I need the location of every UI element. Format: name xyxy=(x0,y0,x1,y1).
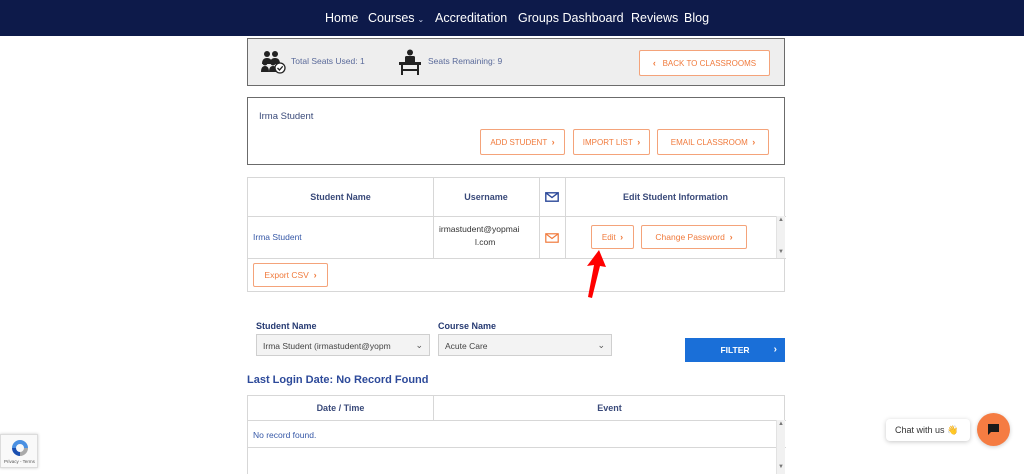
scroll-up-icon[interactable]: ▲ xyxy=(778,421,784,427)
last-login-title: Last Login Date: No Record Found xyxy=(247,374,429,386)
total-seats-used: Total Seats Used: 1 xyxy=(291,56,365,66)
nav-groups-dashboard[interactable]: Groups Dashboard xyxy=(518,11,624,25)
course-name-select[interactable]: Acute Care ⌄ xyxy=(438,334,612,356)
username-line-2: l.com xyxy=(475,237,496,247)
add-student-label: ADD STUDENT xyxy=(490,138,548,147)
nav-courses-label: Courses xyxy=(368,11,415,25)
chat-launcher-button[interactable] xyxy=(977,413,1010,446)
student-name-select[interactable]: Irma Student (irmastudent@yopm ⌄ xyxy=(256,334,430,356)
seats-summary: Total Seats Used: 1 Seats Remaining: 9 ‹… xyxy=(247,38,785,86)
add-student-button[interactable]: ADD STUDENT › xyxy=(480,129,565,155)
email-classroom-button[interactable]: EMAIL CLASSROOM › xyxy=(657,129,769,155)
chevron-down-icon: ⌄ xyxy=(415,340,423,350)
top-navigation: Home Courses ⌄ Accreditation Groups Dashb… xyxy=(0,0,1024,36)
username-line-1: irmastudent@yopmai xyxy=(439,224,520,234)
change-password-button[interactable]: Change Password › xyxy=(641,225,747,249)
mail-icon[interactable] xyxy=(545,233,559,243)
nav-blog[interactable]: Blog xyxy=(684,11,709,25)
export-csv-label: Export CSV xyxy=(264,270,309,280)
header-divider xyxy=(248,216,786,217)
student-panel: Irma Student ADD STUDENT › IMPORT LIST ›… xyxy=(247,97,785,165)
chevron-right-icon: › xyxy=(729,232,733,242)
students-table: Student Name Username Edit Student Infor… xyxy=(247,177,786,292)
chevron-right-icon: › xyxy=(773,344,777,355)
nav-accreditation[interactable]: Accreditation xyxy=(435,11,507,25)
filter-label: FILTER xyxy=(720,345,750,355)
back-to-classrooms-button[interactable]: ‹ BACK TO CLASSROOMS xyxy=(639,50,770,76)
chevron-right-icon: › xyxy=(637,137,641,147)
red-annotation-arrow xyxy=(587,250,606,298)
chat-bubble-icon xyxy=(988,424,999,435)
column-divider xyxy=(433,178,434,258)
import-list-label: IMPORT LIST xyxy=(582,138,633,147)
import-list-button[interactable]: IMPORT LIST › xyxy=(573,129,650,155)
col-header-student-name: Student Name xyxy=(310,192,371,202)
mail-header-icon xyxy=(545,192,559,202)
no-record-text: No record found. xyxy=(253,430,317,440)
row-divider xyxy=(248,258,786,259)
chevron-right-icon: › xyxy=(752,137,756,147)
chevron-left-icon: ‹ xyxy=(652,58,656,68)
filter-button[interactable]: FILTER › xyxy=(685,338,785,362)
student-name-filter-label: Student Name xyxy=(256,321,317,331)
scroll-up-icon[interactable]: ▲ xyxy=(778,217,784,223)
col-header-date-time: Date / Time xyxy=(316,403,365,413)
nav-home[interactable]: Home xyxy=(325,11,358,25)
scroll-down-icon[interactable]: ▼ xyxy=(778,464,784,470)
chevron-right-icon: › xyxy=(551,137,555,147)
back-to-classrooms-label: BACK TO CLASSROOMS xyxy=(662,59,757,68)
nav-reviews[interactable]: Reviews xyxy=(631,11,678,25)
scroll-down-icon[interactable]: ▼ xyxy=(778,249,784,255)
student-panel-name: Irma Student xyxy=(259,111,314,122)
nav-courses[interactable]: Courses ⌄ xyxy=(368,11,424,25)
wave-hand-icon: 👋 xyxy=(947,425,959,435)
recaptcha-links[interactable]: Privacy - Terms xyxy=(4,459,35,464)
login-events-table: Date / Time Event No record found. ▲ ▼ xyxy=(247,395,786,474)
chevron-right-icon: › xyxy=(313,270,317,280)
change-password-label: Change Password xyxy=(655,232,725,242)
col-header-username: Username xyxy=(464,192,508,202)
recaptcha-icon xyxy=(12,440,28,456)
chat-with-us-label[interactable]: Chat with us 👋 xyxy=(886,419,970,441)
chat-label-text: Chat with us xyxy=(895,425,945,435)
col-header-event: Event xyxy=(597,403,622,413)
col-header-edit-info: Edit Student Information xyxy=(623,192,728,202)
edit-label: Edit xyxy=(601,233,616,242)
recaptcha-badge[interactable]: Privacy - Terms xyxy=(0,434,38,468)
chevron-down-icon: ⌄ xyxy=(597,340,605,350)
email-classroom-label: EMAIL CLASSROOM xyxy=(670,138,748,147)
header-divider xyxy=(248,420,786,421)
course-name-filter-label: Course Name xyxy=(438,321,497,331)
table-scrollbar[interactable]: ▲ ▼ xyxy=(776,420,785,474)
student-name-select-value: Irma Student (irmastudent@yopm xyxy=(263,341,391,351)
seats-remaining: Seats Remaining: 9 xyxy=(428,56,503,66)
column-divider xyxy=(565,178,566,258)
desk-icon xyxy=(399,49,421,75)
row-divider xyxy=(248,447,786,448)
column-divider xyxy=(433,396,434,420)
table-scrollbar[interactable]: ▲ ▼ xyxy=(776,216,785,258)
export-csv-button[interactable]: Export CSV › xyxy=(253,263,328,287)
edit-button[interactable]: Edit › xyxy=(591,225,634,249)
chevron-down-icon: ⌄ xyxy=(417,15,425,24)
course-name-select-value: Acute Care xyxy=(445,341,488,351)
student-name-link[interactable]: Irma Student xyxy=(253,232,302,242)
column-divider xyxy=(539,178,540,258)
users-check-icon xyxy=(261,51,286,74)
chevron-right-icon: › xyxy=(620,232,624,242)
